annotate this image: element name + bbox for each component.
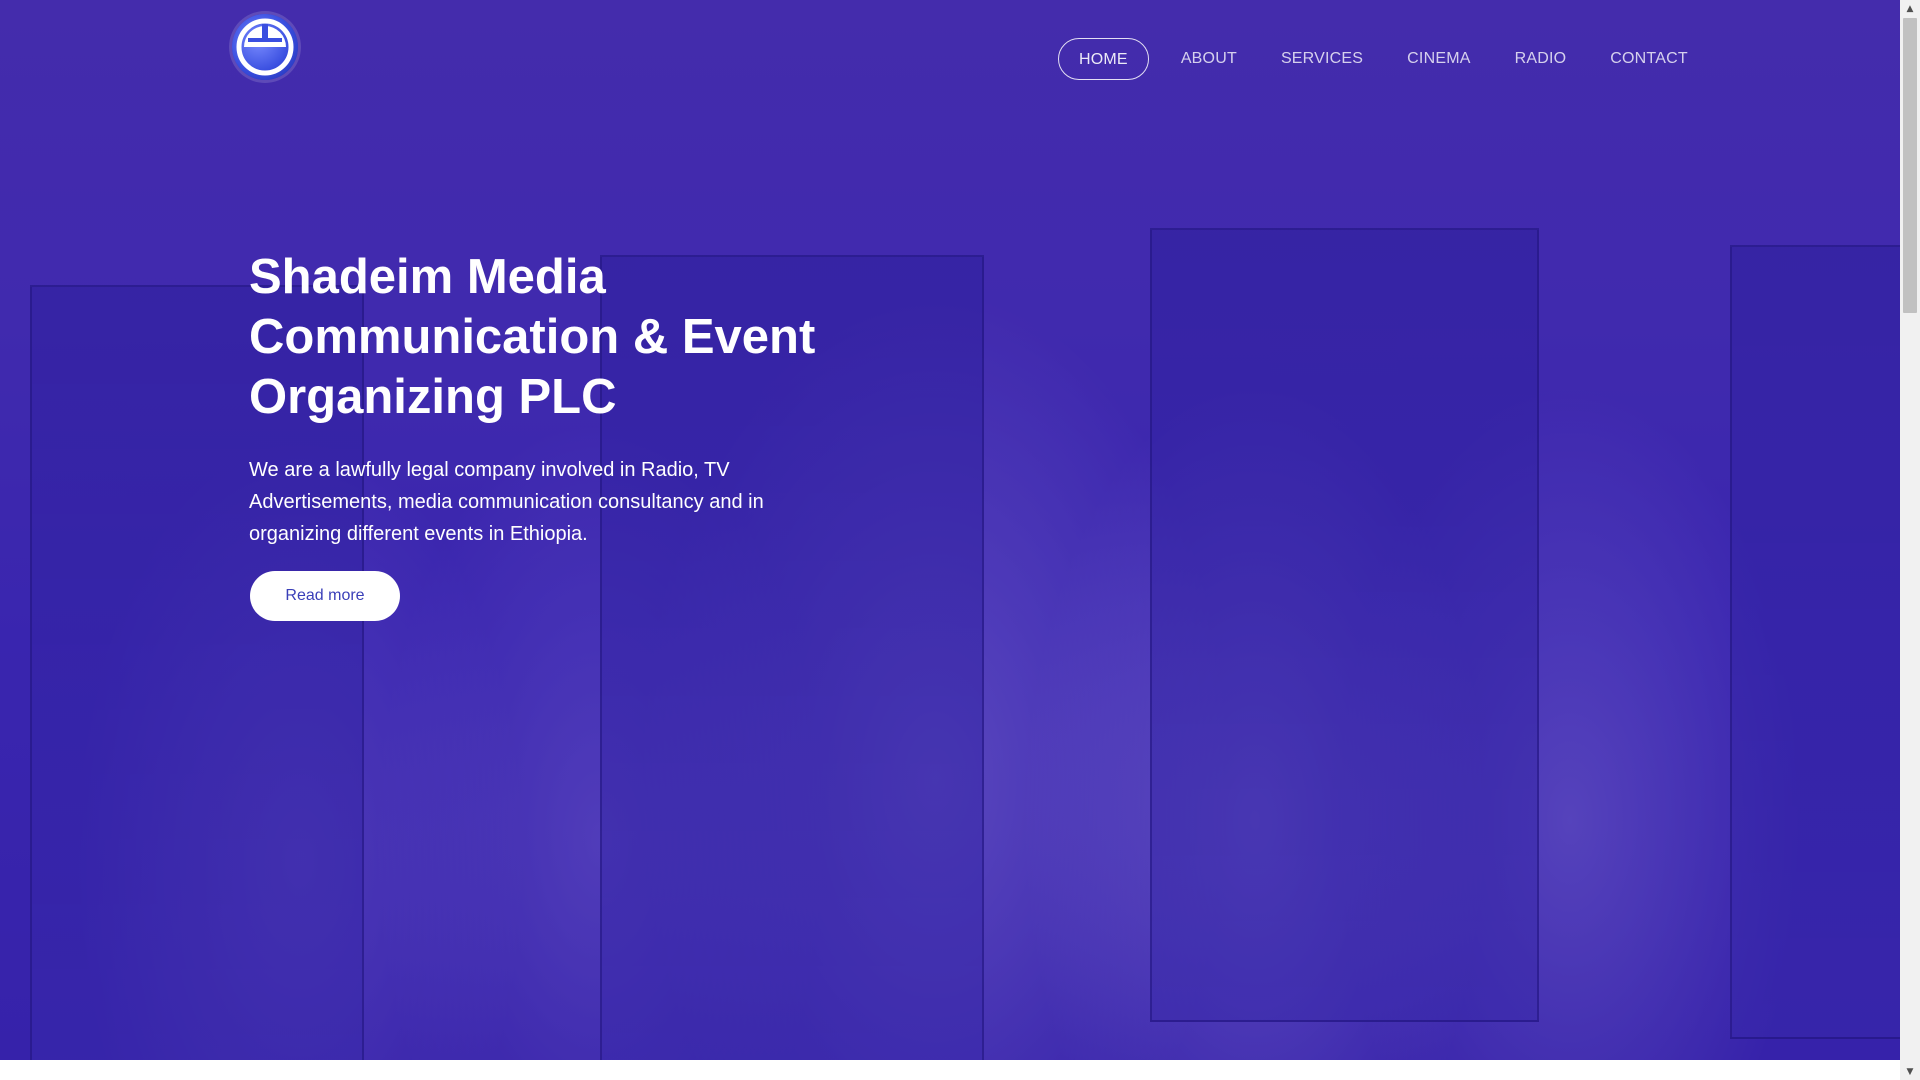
hero-title: Shadeim Media Communication & Event Orga… — [249, 250, 816, 424]
hero-description: We are a lawfully legal company involved… — [249, 459, 764, 545]
page-bottom-strip — [0, 1060, 1900, 1080]
nav-contact[interactable]: CONTACT — [1588, 38, 1710, 80]
read-more-button[interactable]: Read more — [250, 571, 400, 621]
nav-home[interactable]: HOME — [1058, 38, 1149, 80]
chevron-up-icon[interactable]: ▲ — [1900, 0, 1920, 17]
shadeim-logo-icon[interactable] — [232, 14, 298, 80]
scrollbar-thumb[interactable] — [1903, 18, 1917, 313]
nav-services[interactable]: SERVICES — [1259, 38, 1385, 80]
nav-cinema[interactable]: CINEMA — [1385, 38, 1492, 80]
vertical-scrollbar[interactable]: ▲ ▼ — [1900, 0, 1920, 1080]
main-nav: HOME ABOUT SERVICES CINEMA RADIO CONTACT — [1058, 38, 1710, 80]
nav-radio[interactable]: RADIO — [1493, 38, 1589, 80]
chevron-down-icon[interactable]: ▼ — [1900, 1063, 1920, 1080]
page-viewport: HOME ABOUT SERVICES CINEMA RADIO CONTACT… — [0, 0, 1900, 1060]
hero-section: HOME ABOUT SERVICES CINEMA RADIO CONTACT… — [0, 0, 1900, 1060]
nav-about[interactable]: ABOUT — [1159, 38, 1259, 80]
